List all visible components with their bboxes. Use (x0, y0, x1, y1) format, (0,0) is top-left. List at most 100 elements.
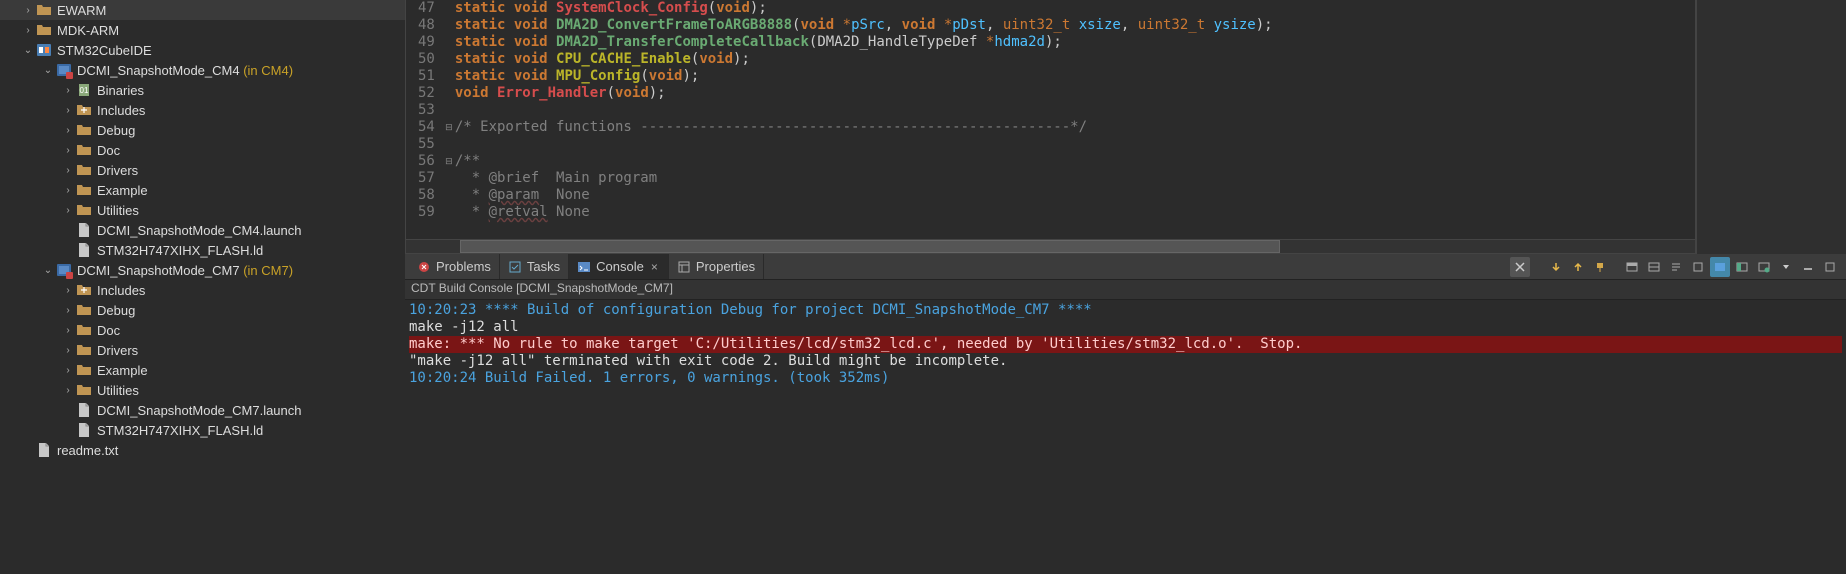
expand-toggle[interactable]: ⌄ (20, 45, 36, 56)
code-editor[interactable]: 47484950515253545556575859 ⊟⊟ static voi… (405, 0, 1696, 254)
code-line[interactable]: static void DMA2D_TransferCompleteCallba… (455, 34, 1695, 51)
close-icon[interactable]: × (649, 260, 660, 274)
expand-toggle[interactable]: › (60, 285, 76, 296)
fold-strip[interactable]: ⊟⊟ (443, 0, 455, 239)
code-line[interactable] (455, 102, 1695, 119)
expand-toggle[interactable]: › (60, 205, 76, 216)
tree-item[interactable]: › Includes (0, 100, 405, 120)
tree-item[interactable]: ›DCMI_SnapshotMode_CM7.launch (0, 400, 405, 420)
tree-item-label: DCMI_SnapshotMode_CM4.launch (97, 223, 302, 238)
tree-item[interactable]: ›EWARM (0, 0, 405, 20)
scrollbar-thumb[interactable] (460, 240, 1280, 253)
bin-icon: 01 (76, 82, 92, 98)
tree-item-label: DCMI_SnapshotMode_CM7.launch (97, 403, 302, 418)
tree-item[interactable]: ›Utilities (0, 380, 405, 400)
tree-item[interactable]: ›Debug (0, 120, 405, 140)
tree-item[interactable]: › Doc (0, 320, 405, 340)
expand-toggle[interactable]: › (20, 25, 36, 36)
expand-toggle[interactable]: › (20, 5, 36, 16)
open-console-button[interactable] (1732, 257, 1752, 277)
console-scroll-lock-icon[interactable] (1666, 257, 1686, 277)
arrow-up-icon[interactable] (1568, 257, 1588, 277)
expand-toggle[interactable]: ⌄ (40, 65, 56, 76)
maximize-panel-icon[interactable] (1820, 257, 1840, 277)
tree-item[interactable]: ›Debug (0, 300, 405, 320)
expand-toggle[interactable]: › (60, 305, 76, 316)
console-line: 10:20:23 **** Build of configuration Deb… (409, 302, 1842, 319)
expand-toggle[interactable]: › (60, 105, 76, 116)
expand-toggle[interactable]: › (60, 185, 76, 196)
fold-marker (443, 68, 455, 85)
pin-console-button[interactable] (1590, 257, 1610, 277)
tree-item-label: DCMI_SnapshotMode_CM7 (in CM7) (77, 263, 293, 278)
tree-item[interactable]: › Includes (0, 280, 405, 300)
minimize-panel-icon[interactable] (1798, 257, 1818, 277)
console-wrap-icon[interactable] (1688, 257, 1708, 277)
tree-item[interactable]: ›Utilities (0, 200, 405, 220)
panel-tab-properties[interactable]: Properties (669, 254, 764, 279)
expand-toggle[interactable]: › (60, 165, 76, 176)
fold-marker[interactable]: ⊟ (443, 119, 455, 136)
code-line[interactable]: static void DMA2D_ConvertFrameToARGB8888… (455, 17, 1695, 34)
tree-item[interactable]: ›STM32H747XIHX_FLASH.ld (0, 240, 405, 260)
expand-toggle[interactable]: ⌄ (40, 265, 56, 276)
tree-item[interactable]: ›MDK-ARM (0, 20, 405, 40)
fold-marker (443, 51, 455, 68)
expand-toggle[interactable]: › (60, 385, 76, 396)
arrow-down-icon[interactable] (1546, 257, 1566, 277)
console-view-2-icon[interactable] (1644, 257, 1664, 277)
tree-item[interactable]: ›Example (0, 180, 405, 200)
code-line[interactable]: static void CPU_CACHE_Enable(void); (455, 51, 1695, 68)
tree-item-label: Doc (97, 323, 120, 338)
code-content[interactable]: static void SystemClock_Config(void);sta… (455, 0, 1695, 239)
folder-icon (76, 362, 92, 378)
tree-item-label: Includes (97, 103, 145, 118)
expand-toggle[interactable]: › (60, 125, 76, 136)
panel-tab-label: Tasks (527, 259, 560, 274)
console-view-1-icon[interactable] (1622, 257, 1642, 277)
display-selected-button[interactable] (1710, 257, 1730, 277)
tree-item[interactable]: ›Drivers (0, 340, 405, 360)
expand-toggle[interactable]: › (60, 365, 76, 376)
new-console-button[interactable] (1754, 257, 1774, 277)
tree-item[interactable]: ›STM32H747XIHX_FLASH.ld (0, 420, 405, 440)
folder-closed-icon (36, 22, 52, 38)
panel-tab-console[interactable]: Console× (569, 254, 669, 279)
code-line[interactable]: * @retval None (455, 204, 1695, 221)
console-output[interactable]: 10:20:23 **** Build of configuration Deb… (405, 300, 1846, 574)
code-line[interactable]: static void MPU_Config(void); (455, 68, 1695, 85)
tree-item[interactable]: ›DCMI_SnapshotMode_CM4.launch (0, 220, 405, 240)
code-line[interactable]: /* Exported functions ------------------… (455, 119, 1695, 136)
tree-item[interactable]: ⌄DCMI_SnapshotMode_CM4 (in CM4) (0, 60, 405, 80)
code-line[interactable]: * @param None (455, 187, 1695, 204)
ide-icon (36, 42, 52, 58)
line-number: 59 (418, 204, 435, 221)
clear-console-button[interactable] (1510, 257, 1530, 277)
tree-item[interactable]: ›01Binaries (0, 80, 405, 100)
expand-toggle[interactable]: › (60, 325, 76, 336)
code-line[interactable] (455, 136, 1695, 153)
tree-item[interactable]: ⌄ DCMI_SnapshotMode_CM7 (in CM7) (0, 260, 405, 280)
tree-item[interactable]: ›Drivers (0, 160, 405, 180)
file-icon (76, 402, 92, 418)
panel-tab-problems[interactable]: Problems (409, 254, 500, 279)
expand-toggle[interactable]: › (60, 85, 76, 96)
tree-item[interactable]: ›Doc (0, 140, 405, 160)
code-line[interactable]: * @brief Main program (455, 170, 1695, 187)
code-line[interactable]: /** (455, 153, 1695, 170)
tree-item[interactable]: ⌄STM32CubeIDE (0, 40, 405, 60)
panel-tab-tasks[interactable]: Tasks (500, 254, 569, 279)
file-icon (76, 242, 92, 258)
expand-toggle[interactable]: › (60, 345, 76, 356)
tree-item-label: Includes (97, 283, 145, 298)
expand-toggle[interactable]: › (60, 145, 76, 156)
editor-h-scrollbar[interactable] (406, 239, 1695, 253)
code-line[interactable]: static void SystemClock_Config(void); (455, 0, 1695, 17)
project-explorer[interactable]: ›EWARM›MDK-ARM⌄STM32CubeIDE⌄DCMI_Snapsho… (0, 0, 405, 574)
code-line[interactable]: void Error_Handler(void); (455, 85, 1695, 102)
tree-item[interactable]: ›readme.txt (0, 440, 405, 460)
dropdown-button[interactable] (1776, 257, 1796, 277)
line-number: 49 (418, 34, 435, 51)
tree-item[interactable]: ›Example (0, 360, 405, 380)
fold-marker[interactable]: ⊟ (443, 153, 455, 170)
